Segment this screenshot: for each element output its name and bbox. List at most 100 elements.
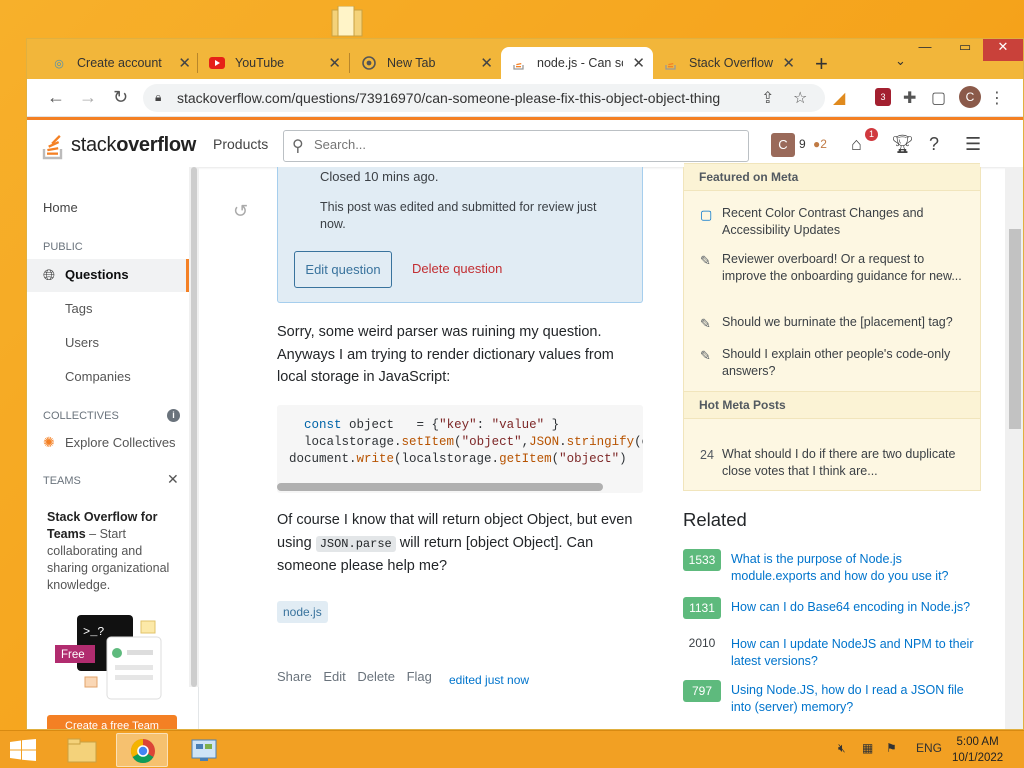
question-paragraph-1: Sorry, some weird parser was ruining my …	[277, 324, 614, 385]
edit-link[interactable]: Edit	[323, 669, 345, 684]
sidepanel-icon[interactable]: ▢	[931, 88, 946, 108]
stackoverflow-logo[interactable]: stackoverflow	[41, 128, 196, 162]
related-score: 797	[683, 680, 721, 702]
related-link[interactable]: What is the purpose of Node.js module.ex…	[731, 551, 987, 585]
chat-bubble-icon: ▢	[700, 207, 713, 222]
related-link[interactable]: How can I update NodeJS and NPM to their…	[731, 636, 987, 670]
search-box[interactable]: ⚲	[283, 130, 749, 162]
collectives-star-icon: ✺	[43, 434, 55, 450]
user-avatar[interactable]: C	[771, 133, 795, 157]
tag-nodejs[interactable]: node.js	[277, 601, 328, 623]
hot-meta-heading: Hot Meta Posts	[684, 391, 980, 419]
nav-home[interactable]: Home	[43, 200, 78, 215]
network-icon[interactable]: ▦	[862, 741, 873, 755]
close-window-button[interactable]: ✕	[983, 39, 1023, 61]
flag-icon[interactable]: ⚑	[886, 741, 897, 755]
speaker-icon[interactable]: 🔇︎	[838, 741, 846, 756]
code-block: const object = {"key": "value" } localst…	[277, 405, 643, 493]
close-icon[interactable]: ✕	[328, 54, 341, 72]
nav-questions[interactable]: 🌐︎ Questions	[27, 259, 189, 292]
related-score: 1131	[683, 597, 721, 619]
chrome-icon[interactable]	[116, 733, 168, 767]
meta-sidebar: Featured on Meta ▢ Recent Color Contrast…	[683, 163, 981, 491]
profile-avatar[interactable]: C	[959, 86, 981, 108]
create-team-button[interactable]: Create a free Team	[47, 715, 177, 729]
tab-stack-overflow[interactable]: Stack Overflow · ✕	[653, 47, 803, 79]
language-indicator[interactable]: ENG	[916, 741, 942, 755]
page-scrollbar[interactable]	[1005, 167, 1023, 729]
meta-item[interactable]: ✎ Should we burninate the [placement] ta…	[700, 314, 970, 331]
search-input[interactable]	[314, 137, 734, 152]
close-icon[interactable]: ✕	[178, 54, 191, 72]
inbox-icon[interactable]: ⌂	[851, 134, 862, 155]
edit-question-button[interactable]: Edit question	[294, 251, 392, 288]
close-icon[interactable]: ✕	[782, 54, 795, 72]
bronze-badge-count: ●2	[813, 137, 827, 151]
minimize-button[interactable]: —	[905, 39, 945, 61]
browser-window: ◎ Create account · ✕ YouTube ✕ New Tab ✕…	[26, 38, 1024, 730]
related-link[interactable]: Using Node.JS, how do I read a JSON file…	[731, 682, 987, 716]
close-icon[interactable]: ✕	[632, 54, 645, 72]
maximize-button[interactable]: ▭	[945, 39, 985, 61]
windows-start-icon[interactable]	[10, 739, 36, 761]
info-icon[interactable]: i	[167, 409, 180, 422]
browser-toolbar: ← → ↻ 🔒︎ stackoverflow.com/questions/739…	[27, 79, 1023, 117]
trophy-icon[interactable]: 🏆︎	[891, 134, 914, 155]
help-icon[interactable]: ?	[929, 134, 939, 155]
stackoverflow-icon	[511, 55, 527, 71]
extension-badge[interactable]: 3	[875, 88, 891, 106]
extensions-puzzle-icon[interactable]: ✚	[903, 88, 916, 108]
taskbar: 🔇︎ ▦ ⚑ ENG 5:00 AM 10/1/2022	[0, 730, 1024, 768]
stackoverflow-icon	[42, 135, 63, 160]
meta-item[interactable]: ▢ Recent Color Contrast Changes and Acce…	[700, 205, 970, 239]
close-icon[interactable]: ✕	[480, 54, 493, 72]
related-link[interactable]: How can I do Base64 encoding in Node.js?	[731, 599, 987, 616]
close-icon[interactable]: ✕	[167, 471, 179, 488]
file-explorer-icon[interactable]	[56, 733, 108, 767]
hot-meta-item[interactable]: 24 What should I do if there are two dup…	[700, 446, 970, 480]
nav-companies[interactable]: Companies	[65, 369, 131, 384]
share-icon[interactable]: ⇪	[761, 88, 774, 108]
delete-question-link[interactable]: Delete question	[412, 261, 502, 276]
hot-meta-score: 24	[700, 448, 714, 462]
post-actions: Share Edit Delete Flag	[277, 669, 440, 684]
tab-bar: ◎ Create account · ✕ YouTube ✕ New Tab ✕…	[27, 39, 1023, 79]
search-icon: ⚲	[292, 138, 304, 155]
site-switcher-icon[interactable]: ☰	[965, 134, 981, 155]
tab-youtube[interactable]: YouTube ✕	[199, 47, 349, 79]
share-link[interactable]: Share	[277, 669, 312, 684]
rss-icon[interactable]: ◢	[833, 88, 845, 108]
tab-new-tab[interactable]: New Tab ✕	[351, 47, 501, 79]
forward-arrow-icon[interactable]: →	[79, 87, 97, 108]
tab-nodejs-question[interactable]: node.js - Can so ✕	[501, 47, 653, 79]
nav-tags[interactable]: Tags	[65, 301, 92, 316]
edited-timestamp[interactable]: edited just now	[449, 673, 529, 687]
folder-icon[interactable]	[330, 6, 366, 38]
bookmark-star-icon[interactable]: ☆	[793, 88, 807, 108]
account-tab-icon: ◎	[54, 57, 64, 70]
meta-item[interactable]: ✎ Reviewer overboard! Or a request to im…	[700, 251, 970, 285]
url-text[interactable]: stackoverflow.com/questions/73916970/can…	[177, 90, 720, 106]
lock-icon[interactable]: 🔒︎	[155, 90, 161, 105]
left-scrollbar[interactable]	[189, 167, 199, 687]
code-scrollbar[interactable]	[277, 483, 603, 491]
globe-icon: 🌐︎	[43, 267, 56, 284]
tab-create-account[interactable]: ◎ Create account · ✕	[41, 47, 199, 79]
control-panel-icon[interactable]	[178, 733, 230, 767]
teams-promo: Stack Overflow for Teams – Start collabo…	[47, 510, 170, 592]
products-menu[interactable]: Products	[213, 136, 268, 152]
address-bar[interactable]: 🔒︎ stackoverflow.com/questions/73916970/…	[143, 84, 825, 112]
delete-link[interactable]: Delete	[357, 669, 395, 684]
flag-link[interactable]: Flag	[407, 669, 432, 684]
nav-users[interactable]: Users	[65, 335, 99, 350]
meta-item[interactable]: ✎ Should I explain other people's code-o…	[700, 346, 970, 380]
clock[interactable]: 5:00 AM 10/1/2022	[952, 734, 1003, 766]
clock-date: 10/1/2022	[952, 752, 1004, 764]
back-arrow-icon[interactable]: ←	[47, 87, 65, 108]
reload-icon[interactable]: ↻	[113, 87, 128, 108]
menu-dots-icon[interactable]: ⋮	[989, 88, 1005, 108]
nav-explore-collectives[interactable]: Explore Collectives	[65, 435, 176, 450]
code-text: const object = {"key": "value" } localst…	[289, 418, 643, 466]
history-icon[interactable]: ↺	[233, 201, 248, 222]
new-tab-button[interactable]: +	[815, 51, 828, 77]
